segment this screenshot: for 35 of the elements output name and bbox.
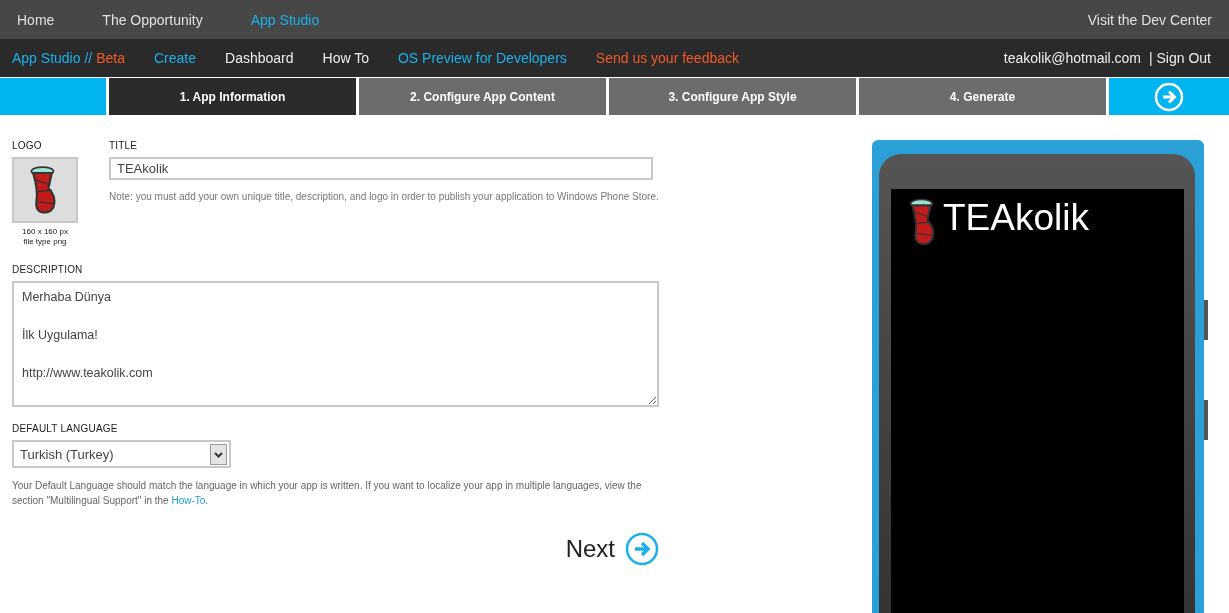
nav-link[interactable]: App Studio (250, 11, 320, 28)
nav-link[interactable]: Dashboard (225, 50, 294, 66)
next-button[interactable]: Next (565, 532, 659, 566)
nav-link[interactable]: Create (154, 50, 196, 66)
field-label: LOGO (12, 140, 43, 151)
app-title: TEAkolik (943, 197, 1089, 239)
field-label: DESCRIPTION (12, 264, 84, 275)
nav-link[interactable]: The Opportunity (102, 11, 203, 28)
step-tab[interactable]: 1. App Information (109, 78, 356, 115)
chevron-down-icon (210, 443, 227, 465)
help-text: Your Default Language should match the language in which your app is written. If you want to localize your app in multiple languages, view the section "Multilingual Support" in the How-To. (12, 479, 643, 508)
step-tab[interactable]: 4. Generate (859, 78, 1106, 115)
step-tab[interactable]: 2. Configure App Content (359, 78, 606, 115)
logo-caption: 160 x 160 px (21, 227, 69, 237)
step-tab[interactable]: 3. Configure App Style (609, 78, 856, 115)
logo-picker[interactable] (12, 157, 78, 223)
note-text: Note: you must add your own unique title, description, and logo in order to publish your application to Windows Phone Store. (109, 190, 659, 204)
field-label: DEFAULT LANGUAGE (12, 423, 119, 434)
description-field[interactable]: Merhaba Dünya İlk Uygulama! http://www.teakolik.com (12, 281, 659, 407)
nav-link[interactable]: OS Preview for Developers (397, 50, 567, 66)
field-label: TITLE (109, 140, 139, 151)
user-email: teakolik@hotmail.com (1003, 50, 1141, 66)
nav-link[interactable]: Send us your feedback (595, 50, 739, 66)
arrow-circle-icon (625, 532, 659, 566)
nav-link[interactable]: Home (17, 11, 55, 28)
language-dropdown[interactable]: Turkish (Turkey) (12, 440, 231, 468)
title-field[interactable]: TEAkolik (109, 157, 653, 180)
nav-link[interactable]: How To (322, 50, 369, 66)
beta-tag: Beta (96, 50, 125, 66)
sign-out-link[interactable]: | Sign Out (1149, 50, 1211, 66)
phone-side-key (1204, 300, 1208, 340)
dev-center-link[interactable]: Visit the Dev Center (1087, 11, 1212, 28)
logo-caption: file type png (22, 237, 68, 247)
phone-side-key (1204, 400, 1208, 440)
brand-title: App Studio // (12, 50, 93, 66)
